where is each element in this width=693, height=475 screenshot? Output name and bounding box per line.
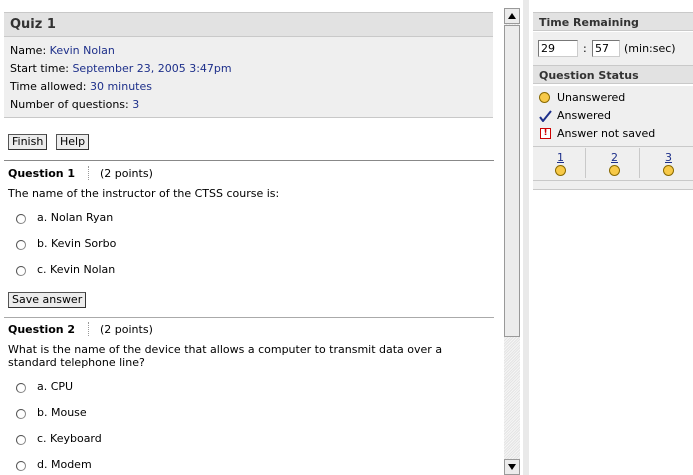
quiz-title-bar	[4, 13, 493, 37]
status-pane: Time Remaining : (min:sec) Question Stat…	[533, 12, 693, 192]
option-label: b. Mouse	[37, 406, 87, 419]
info-count-row: Number of questions: 3	[10, 98, 139, 111]
finish-button[interactable]: Finish	[8, 134, 48, 150]
quiz-info-box: Quiz 1 Name: Kevin Nolan Start time: Sep…	[4, 12, 493, 118]
question-nav-link[interactable]: 1	[557, 151, 564, 164]
name-value: Kevin Nolan	[49, 44, 115, 57]
question-count-value: 3	[132, 98, 140, 111]
divider	[4, 160, 494, 161]
quiz-pane: Quiz 1 Name: Kevin Nolan Start time: Sep…	[0, 0, 502, 475]
start-value: September 23, 2005 3:47pm	[72, 62, 232, 75]
option-label: c. Kevin Nolan	[37, 263, 116, 276]
vertical-scrollbar[interactable]	[504, 8, 520, 475]
radio-button[interactable]	[16, 266, 26, 276]
minutes-field[interactable]	[538, 40, 578, 57]
header-separator	[88, 322, 90, 336]
question-2-header: Question 2	[8, 323, 75, 336]
question-1-points: (2 points)	[100, 167, 153, 180]
option-label: a. CPU	[37, 380, 74, 393]
help-button[interactable]: Help	[56, 134, 90, 150]
unanswered-icon	[555, 165, 566, 176]
radio-button[interactable]	[16, 461, 26, 471]
exclamation-icon: !	[540, 128, 551, 139]
info-time-row: Time allowed: 30 minutes	[10, 80, 152, 93]
arrow-down-icon	[508, 464, 516, 470]
question-nav-3[interactable]: 3	[641, 148, 693, 178]
question-status-heading: Question Status	[533, 65, 693, 84]
quiz-title: Quiz 1	[10, 17, 56, 32]
seconds-field[interactable]	[592, 40, 620, 57]
question-nav-link[interactable]: 2	[611, 151, 618, 164]
save-answer-button[interactable]: Save answer	[8, 292, 87, 308]
question-nav-2[interactable]: 2	[587, 148, 640, 178]
divider	[4, 317, 494, 318]
radio-button[interactable]	[16, 214, 26, 224]
name-label: Name:	[10, 44, 47, 57]
start-label: Start time:	[10, 62, 69, 75]
header-separator	[88, 166, 90, 180]
question-2-label: Question 2	[8, 323, 76, 336]
frame-divider	[523, 0, 529, 475]
radio-button[interactable]	[16, 409, 26, 419]
scroll-down-button[interactable]	[504, 459, 520, 475]
option-label: c. Keyboard	[37, 432, 102, 445]
info-start-row: Start time: September 23, 2005 3:47pm	[10, 62, 232, 75]
unanswered-icon	[539, 92, 550, 103]
timer-box: : (min:sec)	[533, 32, 693, 65]
question-count-label: Number of questions:	[10, 98, 129, 111]
info-name-row: Name: Kevin Nolan	[10, 44, 115, 57]
unanswered-icon	[609, 165, 620, 176]
unanswered-icon	[663, 165, 674, 176]
radio-button[interactable]	[16, 240, 26, 250]
option-label: d. Modem	[37, 458, 92, 471]
question-nav-1[interactable]: 1	[533, 148, 586, 178]
time-separator: :	[583, 42, 587, 55]
status-box: Unanswered Answered ! Answer not saved 1…	[533, 86, 693, 190]
question-nav-link[interactable]: 3	[665, 151, 672, 164]
time-unit: (min:sec)	[624, 42, 676, 55]
question-2-points: (2 points)	[100, 323, 153, 336]
radio-button[interactable]	[16, 383, 26, 393]
time-allowed-label: Time allowed:	[10, 80, 87, 93]
radio-button[interactable]	[16, 435, 26, 445]
option-label: b. Kevin Sorbo	[37, 237, 117, 250]
scrollbar-thumb[interactable]	[504, 25, 520, 337]
legend-label: Answer not saved	[557, 127, 656, 140]
option-label: a. Nolan Ryan	[37, 211, 114, 224]
legend-label: Answered	[557, 109, 612, 122]
check-icon	[539, 110, 552, 122]
question-1-text: The name of the instructor of the CTSS c…	[8, 187, 280, 200]
nav-divider	[533, 146, 693, 147]
time-remaining-heading: Time Remaining	[533, 12, 693, 31]
nav-divider	[533, 180, 693, 181]
arrow-up-icon	[508, 13, 516, 19]
scroll-up-button[interactable]	[504, 8, 520, 24]
question-1-label: Question 1	[8, 167, 76, 180]
question-2-text: What is the name of the device that allo…	[8, 343, 443, 369]
time-allowed-value: 30 minutes	[89, 80, 152, 93]
legend-label: Unanswered	[557, 91, 626, 104]
question-1-header: Question 1	[8, 167, 75, 180]
